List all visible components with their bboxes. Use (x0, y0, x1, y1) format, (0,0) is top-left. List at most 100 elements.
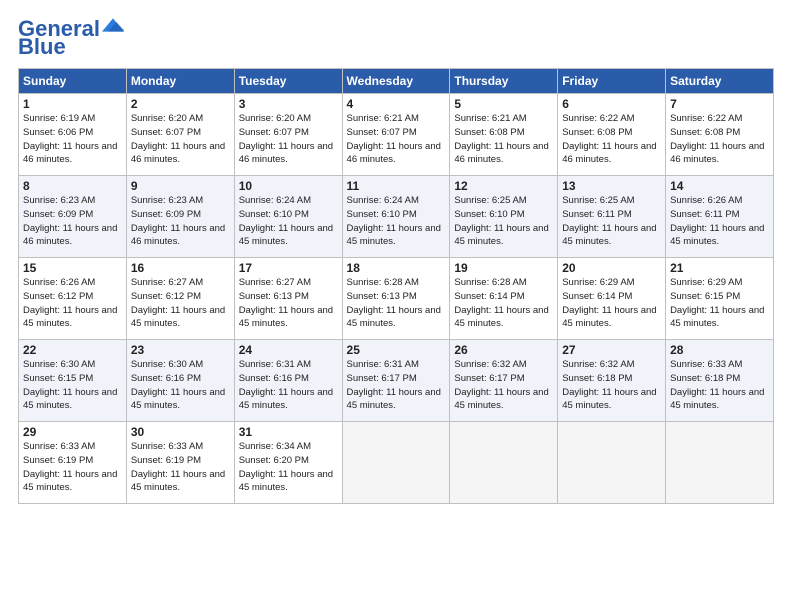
daylight-label: Daylight: 11 hours and 45 minutes. (239, 469, 333, 494)
calendar-cell: 5 Sunrise: 6:21 AM Sunset: 6:08 PM Dayli… (450, 94, 558, 176)
day-number: 7 (670, 97, 769, 111)
day-number: 3 (239, 97, 338, 111)
sunset-label: Sunset: 6:11 PM (670, 209, 740, 220)
sunrise-label: Sunrise: 6:31 AM (239, 359, 311, 370)
day-info: Sunrise: 6:23 AM Sunset: 6:09 PM Dayligh… (131, 194, 230, 249)
daylight-label: Daylight: 11 hours and 46 minutes. (23, 141, 117, 166)
col-header-wednesday: Wednesday (342, 69, 450, 94)
calendar-cell: 20 Sunrise: 6:29 AM Sunset: 6:14 PM Dayl… (558, 258, 666, 340)
day-number: 9 (131, 179, 230, 193)
sunset-label: Sunset: 6:14 PM (454, 291, 524, 302)
daylight-label: Daylight: 11 hours and 45 minutes. (562, 223, 656, 248)
day-info: Sunrise: 6:20 AM Sunset: 6:07 PM Dayligh… (239, 112, 338, 167)
day-info: Sunrise: 6:29 AM Sunset: 6:14 PM Dayligh… (562, 276, 661, 331)
day-info: Sunrise: 6:28 AM Sunset: 6:13 PM Dayligh… (347, 276, 446, 331)
calendar-week-2: 8 Sunrise: 6:23 AM Sunset: 6:09 PM Dayli… (19, 176, 774, 258)
col-header-friday: Friday (558, 69, 666, 94)
sunset-label: Sunset: 6:11 PM (562, 209, 632, 220)
daylight-label: Daylight: 11 hours and 45 minutes. (23, 305, 117, 330)
logo-blue: Blue (18, 36, 66, 58)
sunrise-label: Sunrise: 6:23 AM (131, 195, 203, 206)
daylight-label: Daylight: 11 hours and 45 minutes. (454, 223, 548, 248)
day-number: 21 (670, 261, 769, 275)
calendar-cell (666, 422, 774, 504)
sunset-label: Sunset: 6:19 PM (131, 455, 201, 466)
sunset-label: Sunset: 6:07 PM (239, 127, 309, 138)
day-info: Sunrise: 6:22 AM Sunset: 6:08 PM Dayligh… (562, 112, 661, 167)
sunset-label: Sunset: 6:15 PM (23, 373, 93, 384)
calendar-cell: 14 Sunrise: 6:26 AM Sunset: 6:11 PM Dayl… (666, 176, 774, 258)
day-info: Sunrise: 6:29 AM Sunset: 6:15 PM Dayligh… (670, 276, 769, 331)
calendar-cell: 9 Sunrise: 6:23 AM Sunset: 6:09 PM Dayli… (126, 176, 234, 258)
daylight-label: Daylight: 11 hours and 45 minutes. (454, 305, 548, 330)
day-number: 18 (347, 261, 446, 275)
daylight-label: Daylight: 11 hours and 45 minutes. (131, 305, 225, 330)
sunrise-label: Sunrise: 6:33 AM (670, 359, 742, 370)
day-number: 28 (670, 343, 769, 357)
sunset-label: Sunset: 6:12 PM (131, 291, 201, 302)
day-info: Sunrise: 6:24 AM Sunset: 6:10 PM Dayligh… (239, 194, 338, 249)
day-info: Sunrise: 6:25 AM Sunset: 6:11 PM Dayligh… (562, 194, 661, 249)
sunset-label: Sunset: 6:15 PM (670, 291, 740, 302)
day-info: Sunrise: 6:28 AM Sunset: 6:14 PM Dayligh… (454, 276, 553, 331)
sunrise-label: Sunrise: 6:29 AM (670, 277, 742, 288)
calendar-cell: 21 Sunrise: 6:29 AM Sunset: 6:15 PM Dayl… (666, 258, 774, 340)
sunset-label: Sunset: 6:07 PM (347, 127, 417, 138)
daylight-label: Daylight: 11 hours and 45 minutes. (131, 387, 225, 412)
day-number: 20 (562, 261, 661, 275)
daylight-label: Daylight: 11 hours and 45 minutes. (670, 305, 764, 330)
day-info: Sunrise: 6:22 AM Sunset: 6:08 PM Dayligh… (670, 112, 769, 167)
calendar-table: SundayMondayTuesdayWednesdayThursdayFrid… (18, 68, 774, 504)
sunrise-label: Sunrise: 6:28 AM (347, 277, 419, 288)
daylight-label: Daylight: 11 hours and 46 minutes. (454, 141, 548, 166)
sunset-label: Sunset: 6:10 PM (347, 209, 417, 220)
day-info: Sunrise: 6:21 AM Sunset: 6:08 PM Dayligh… (454, 112, 553, 167)
sunrise-label: Sunrise: 6:31 AM (347, 359, 419, 370)
daylight-label: Daylight: 11 hours and 46 minutes. (347, 141, 441, 166)
sunrise-label: Sunrise: 6:19 AM (23, 113, 95, 124)
daylight-label: Daylight: 11 hours and 45 minutes. (670, 223, 764, 248)
daylight-label: Daylight: 11 hours and 45 minutes. (23, 387, 117, 412)
day-info: Sunrise: 6:19 AM Sunset: 6:06 PM Dayligh… (23, 112, 122, 167)
day-info: Sunrise: 6:33 AM Sunset: 6:19 PM Dayligh… (131, 440, 230, 495)
day-info: Sunrise: 6:33 AM Sunset: 6:19 PM Dayligh… (23, 440, 122, 495)
day-number: 8 (23, 179, 122, 193)
sunrise-label: Sunrise: 6:30 AM (23, 359, 95, 370)
daylight-label: Daylight: 11 hours and 45 minutes. (454, 387, 548, 412)
day-number: 12 (454, 179, 553, 193)
sunrise-label: Sunrise: 6:20 AM (239, 113, 311, 124)
calendar-week-3: 15 Sunrise: 6:26 AM Sunset: 6:12 PM Dayl… (19, 258, 774, 340)
sunrise-label: Sunrise: 6:21 AM (347, 113, 419, 124)
day-number: 27 (562, 343, 661, 357)
col-header-thursday: Thursday (450, 69, 558, 94)
calendar-header-row: SundayMondayTuesdayWednesdayThursdayFrid… (19, 69, 774, 94)
sunrise-label: Sunrise: 6:33 AM (23, 441, 95, 452)
header: General Blue (18, 18, 774, 58)
day-number: 17 (239, 261, 338, 275)
calendar-cell: 27 Sunrise: 6:32 AM Sunset: 6:18 PM Dayl… (558, 340, 666, 422)
calendar-week-1: 1 Sunrise: 6:19 AM Sunset: 6:06 PM Dayli… (19, 94, 774, 176)
calendar-cell: 12 Sunrise: 6:25 AM Sunset: 6:10 PM Dayl… (450, 176, 558, 258)
calendar-cell: 23 Sunrise: 6:30 AM Sunset: 6:16 PM Dayl… (126, 340, 234, 422)
calendar-cell: 17 Sunrise: 6:27 AM Sunset: 6:13 PM Dayl… (234, 258, 342, 340)
calendar-cell: 30 Sunrise: 6:33 AM Sunset: 6:19 PM Dayl… (126, 422, 234, 504)
sunset-label: Sunset: 6:13 PM (239, 291, 309, 302)
day-info: Sunrise: 6:27 AM Sunset: 6:12 PM Dayligh… (131, 276, 230, 331)
sunset-label: Sunset: 6:07 PM (131, 127, 201, 138)
day-number: 11 (347, 179, 446, 193)
sunset-label: Sunset: 6:08 PM (670, 127, 740, 138)
sunrise-label: Sunrise: 6:28 AM (454, 277, 526, 288)
day-info: Sunrise: 6:20 AM Sunset: 6:07 PM Dayligh… (131, 112, 230, 167)
calendar-cell: 2 Sunrise: 6:20 AM Sunset: 6:07 PM Dayli… (126, 94, 234, 176)
sunset-label: Sunset: 6:18 PM (670, 373, 740, 384)
calendar-cell: 4 Sunrise: 6:21 AM Sunset: 6:07 PM Dayli… (342, 94, 450, 176)
calendar-cell: 25 Sunrise: 6:31 AM Sunset: 6:17 PM Dayl… (342, 340, 450, 422)
day-number: 4 (347, 97, 446, 111)
daylight-label: Daylight: 11 hours and 45 minutes. (239, 223, 333, 248)
sunset-label: Sunset: 6:09 PM (131, 209, 201, 220)
calendar-cell: 15 Sunrise: 6:26 AM Sunset: 6:12 PM Dayl… (19, 258, 127, 340)
calendar-cell: 3 Sunrise: 6:20 AM Sunset: 6:07 PM Dayli… (234, 94, 342, 176)
calendar-cell: 31 Sunrise: 6:34 AM Sunset: 6:20 PM Dayl… (234, 422, 342, 504)
day-info: Sunrise: 6:32 AM Sunset: 6:18 PM Dayligh… (562, 358, 661, 413)
day-info: Sunrise: 6:26 AM Sunset: 6:12 PM Dayligh… (23, 276, 122, 331)
